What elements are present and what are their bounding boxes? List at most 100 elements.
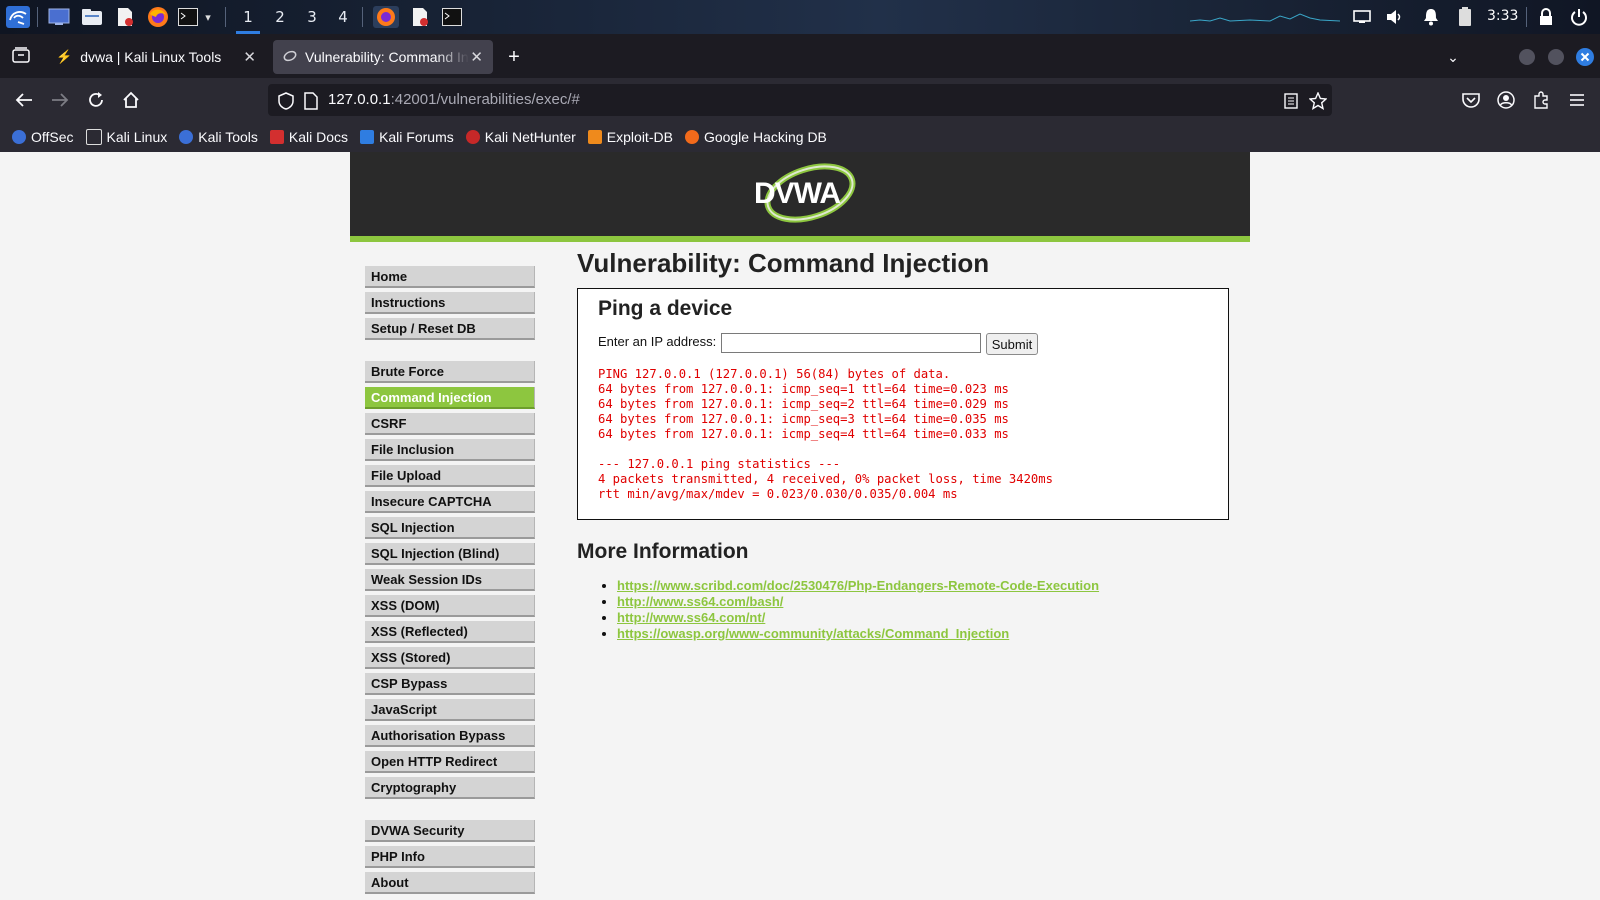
extensions-icon[interactable] <box>1529 88 1553 112</box>
notification-bell-icon[interactable] <box>1421 6 1441 28</box>
menu-brute-force[interactable]: Brute Force <box>365 361 535 383</box>
desktop-icon[interactable] <box>47 6 71 28</box>
bookmark-exploit-db[interactable]: Exploit-DB <box>587 129 673 145</box>
url-text[interactable]: 127.0.0.1:42001/vulnerabilities/exec/# <box>328 91 580 108</box>
list-item: https://www.scribd.com/doc/2530476/Php-E… <box>617 578 1099 594</box>
file-manager-icon[interactable] <box>80 6 104 28</box>
tab-command-injection[interactable]: Vulnerability: Command Injection ✕ <box>273 40 493 74</box>
menu-command-injection[interactable]: Command Injection <box>365 387 535 409</box>
menu-file-upload[interactable]: File Upload <box>365 465 535 487</box>
home-icon[interactable] <box>119 88 143 112</box>
menu-insecure-captcha[interactable]: Insecure CAPTCHA <box>365 491 535 513</box>
menu-open-http-redirect[interactable]: Open HTTP Redirect <box>365 751 535 773</box>
exploit-db-icon <box>587 130 602 144</box>
volume-icon[interactable] <box>1385 6 1405 28</box>
tab-label: Vulnerability: Command Injection <box>305 49 469 65</box>
close-icon[interactable]: ✕ <box>243 48 256 66</box>
display-icon[interactable] <box>1352 6 1372 28</box>
window-close-icon[interactable] <box>1576 46 1594 68</box>
reload-icon[interactable] <box>84 88 108 112</box>
firefox-task-icon[interactable] <box>373 6 399 28</box>
list-item: https://owasp.org/www-community/attacks/… <box>617 626 1099 642</box>
clock[interactable]: 3:33 <box>1487 8 1518 24</box>
link-owasp[interactable]: https://owasp.org/www-community/attacks/… <box>617 626 1009 641</box>
list-all-tabs-icon[interactable]: ⌄ <box>1443 46 1463 68</box>
battery-icon <box>1455 6 1475 28</box>
back-icon[interactable] <box>12 88 36 112</box>
text-editor-task-icon[interactable] <box>409 6 431 28</box>
bookmark-kali-forums[interactable]: Kali Forums <box>360 129 454 145</box>
menu-csp-bypass[interactable]: CSP Bypass <box>365 673 535 695</box>
dvwa-logo[interactable]: DVWA <box>748 162 858 224</box>
url-host: 127.0.0.1 <box>328 91 391 108</box>
shield-icon[interactable] <box>276 90 296 112</box>
terminal-task-icon[interactable] <box>441 6 463 28</box>
menu-sql-injection-blind[interactable]: SQL Injection (Blind) <box>365 543 535 565</box>
page-icon[interactable] <box>302 90 320 112</box>
text-editor-icon[interactable] <box>114 6 136 28</box>
menu-instructions[interactable]: Instructions <box>365 292 535 314</box>
account-icon[interactable] <box>1494 88 1518 112</box>
bookmark-google-hacking-db[interactable]: Google Hacking DB <box>684 129 827 145</box>
menu-xss-reflected[interactable]: XSS (Reflected) <box>365 621 535 643</box>
menu-weak-session-ids[interactable]: Weak Session IDs <box>365 569 535 591</box>
menu-cryptography[interactable]: Cryptography <box>365 777 535 799</box>
workspace-4[interactable]: 4 <box>328 0 358 34</box>
list-item: http://www.ss64.com/nt/ <box>617 610 1099 626</box>
logo-text: DVWA <box>754 177 840 210</box>
menu-php-info[interactable]: PHP Info <box>365 846 535 868</box>
maximize-icon[interactable] <box>1547 46 1565 68</box>
chevron-down-icon[interactable]: ▾ <box>201 6 215 28</box>
bookmark-offsec[interactable]: OffSec <box>12 129 74 145</box>
bookmark-star-icon[interactable] <box>1308 90 1328 112</box>
menu-dvwa-security[interactable]: DVWA Security <box>365 820 535 842</box>
ip-input[interactable] <box>721 333 981 353</box>
kali-tools-icon <box>179 130 194 144</box>
power-icon[interactable] <box>1568 6 1590 28</box>
pocket-icon[interactable] <box>1459 88 1483 112</box>
reader-view-icon[interactable] <box>1282 90 1300 112</box>
terminal-icon[interactable] <box>177 6 199 28</box>
menu-file-inclusion[interactable]: File Inclusion <box>365 439 535 461</box>
menu-sql-injection[interactable]: SQL Injection <box>365 517 535 539</box>
workspace-3[interactable]: 3 <box>297 0 327 34</box>
menu-xss-dom[interactable]: XSS (DOM) <box>365 595 535 617</box>
workspace-2[interactable]: 2 <box>265 0 295 34</box>
hamburger-menu-icon[interactable] <box>1565 88 1589 112</box>
kali-menu-icon[interactable] <box>4 6 32 28</box>
bookmark-kali-docs[interactable]: Kali Docs <box>269 129 348 145</box>
bookmark-kali-tools[interactable]: Kali Tools <box>179 129 258 145</box>
new-tab-icon[interactable]: + <box>504 46 524 68</box>
menu-about[interactable]: About <box>365 872 535 894</box>
firefox-view-icon[interactable] <box>10 44 32 66</box>
menu-javascript[interactable]: JavaScript <box>365 699 535 721</box>
dvwa-favicon-icon <box>283 49 297 66</box>
lock-icon[interactable] <box>1536 6 1556 28</box>
menu-csrf[interactable]: CSRF <box>365 413 535 435</box>
workspace-1[interactable]: 1 <box>233 0 263 34</box>
more-info-links: https://www.scribd.com/doc/2530476/Php-E… <box>597 578 1099 642</box>
close-icon[interactable]: ✕ <box>470 48 483 66</box>
bookmark-label: Kali Forums <box>379 129 454 145</box>
menu-authorisation-bypass[interactable]: Authorisation Bypass <box>365 725 535 747</box>
list-item: http://www.ss64.com/bash/ <box>617 594 1099 610</box>
submit-button[interactable]: Submit <box>986 333 1038 355</box>
kali-docs-icon <box>269 130 284 144</box>
link-scribd[interactable]: https://www.scribd.com/doc/2530476/Php-E… <box>617 578 1099 593</box>
bookmark-kali-linux[interactable]: Kali Linux <box>85 129 167 145</box>
menu-xss-stored[interactable]: XSS (Stored) <box>365 647 535 669</box>
firefox-icon[interactable] <box>146 6 170 28</box>
url-bar[interactable]: 127.0.0.1:42001/vulnerabilities/exec/# <box>268 84 1332 116</box>
menu-setup-reset-db[interactable]: Setup / Reset DB <box>365 318 535 340</box>
forward-icon[interactable] <box>48 88 72 112</box>
link-ss64-nt[interactable]: http://www.ss64.com/nt/ <box>617 610 765 625</box>
bookmark-label: Kali NetHunter <box>484 129 576 145</box>
link-ss64-bash[interactable]: http://www.ss64.com/bash/ <box>617 594 783 609</box>
menu-home[interactable]: Home <box>365 266 535 288</box>
tab-kali-tools[interactable]: ⚡ dvwa | Kali Linux Tools ✕ <box>46 40 266 74</box>
bookmark-label: OffSec <box>31 129 74 145</box>
bookmark-kali-nethunter[interactable]: Kali NetHunter <box>465 129 576 145</box>
dvwa-container: DVWA Home Instructions Setup / Reset DB … <box>350 152 1250 900</box>
minimize-icon[interactable] <box>1518 46 1536 68</box>
url-path: :42001/vulnerabilities/exec/# <box>390 91 580 108</box>
